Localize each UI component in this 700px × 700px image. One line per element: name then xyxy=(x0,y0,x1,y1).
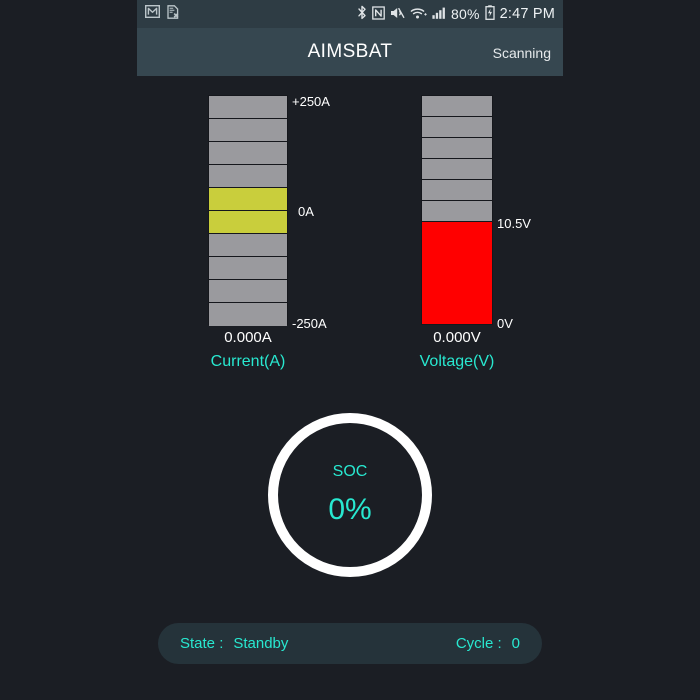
voltage-gauge-bar xyxy=(421,95,493,325)
voltage-gauge-label: Voltage(V) xyxy=(419,353,495,370)
current-gauge-label: Current(A) xyxy=(210,353,286,370)
current-segment-8 xyxy=(209,257,287,280)
soc-gauge: SOC 0% xyxy=(268,413,432,577)
current-segment-7 xyxy=(209,234,287,257)
app-title-bar: AIMSBAT Scanning xyxy=(137,28,563,76)
gmail-icon xyxy=(144,4,161,23)
current-tick-max: +250A xyxy=(292,94,330,109)
cycle-value: 0 xyxy=(511,635,520,652)
current-segment-6 xyxy=(209,211,287,234)
voltage-gauge: 10.5V 0V 0.000V Voltage(V) xyxy=(420,95,531,370)
mute-icon xyxy=(390,6,405,23)
state-value: Standby xyxy=(233,635,289,652)
current-segment-1 xyxy=(209,96,287,119)
status-summary-bar: State : Standby Cycle : 0 xyxy=(158,623,542,664)
current-gauge-bar xyxy=(208,95,288,326)
current-segment-9 xyxy=(209,280,287,303)
system-clock: 2:47 PM xyxy=(499,6,555,22)
current-readout: 0.000A xyxy=(224,329,272,346)
document-error-icon xyxy=(166,4,180,24)
voltage-fill-bar xyxy=(422,222,492,324)
cycle-label: Cycle : xyxy=(455,635,502,652)
status-bar-left-icons xyxy=(144,4,180,24)
current-segment-10 xyxy=(209,303,287,326)
state-group: State : Standby xyxy=(180,635,288,652)
wifi-icon xyxy=(410,6,427,23)
nfc-icon xyxy=(372,5,385,23)
connection-status-label[interactable]: Scanning xyxy=(493,45,551,61)
current-segment-2 xyxy=(209,119,287,142)
voltage-segment-5 xyxy=(422,180,492,201)
voltage-segment-4 xyxy=(422,159,492,180)
voltage-segment-6 xyxy=(422,201,492,222)
battery-percentage: 80% xyxy=(450,6,480,22)
current-tick-zero: 0A xyxy=(298,204,314,219)
current-segment-4 xyxy=(209,165,287,188)
cycle-group: Cycle : 0 xyxy=(456,635,520,652)
voltage-segment-3 xyxy=(422,138,492,159)
voltage-segment-1 xyxy=(422,96,492,117)
current-segment-5 xyxy=(209,188,287,211)
state-label: State : xyxy=(180,635,224,652)
battery-charging-icon xyxy=(484,5,495,23)
current-segment-3 xyxy=(209,142,287,165)
voltage-readout: 0.000V xyxy=(433,329,481,346)
current-gauge: +250A 0A -250A 0.000A Current(A) xyxy=(208,95,330,370)
cellular-signal-icon xyxy=(432,6,446,23)
phone-viewport: 80% 2:47 PM AIMSBAT Scanning +250A 0A -2… xyxy=(137,0,563,700)
voltage-tick-max: 10.5V xyxy=(497,216,531,231)
voltage-segment-2 xyxy=(422,117,492,138)
soc-caption: SOC xyxy=(332,463,368,480)
bluetooth-icon xyxy=(357,5,367,23)
status-bar-right-icons: 80% 2:47 PM xyxy=(357,5,555,23)
system-status-bar: 80% 2:47 PM xyxy=(137,0,563,28)
soc-value: 0% xyxy=(328,493,372,526)
